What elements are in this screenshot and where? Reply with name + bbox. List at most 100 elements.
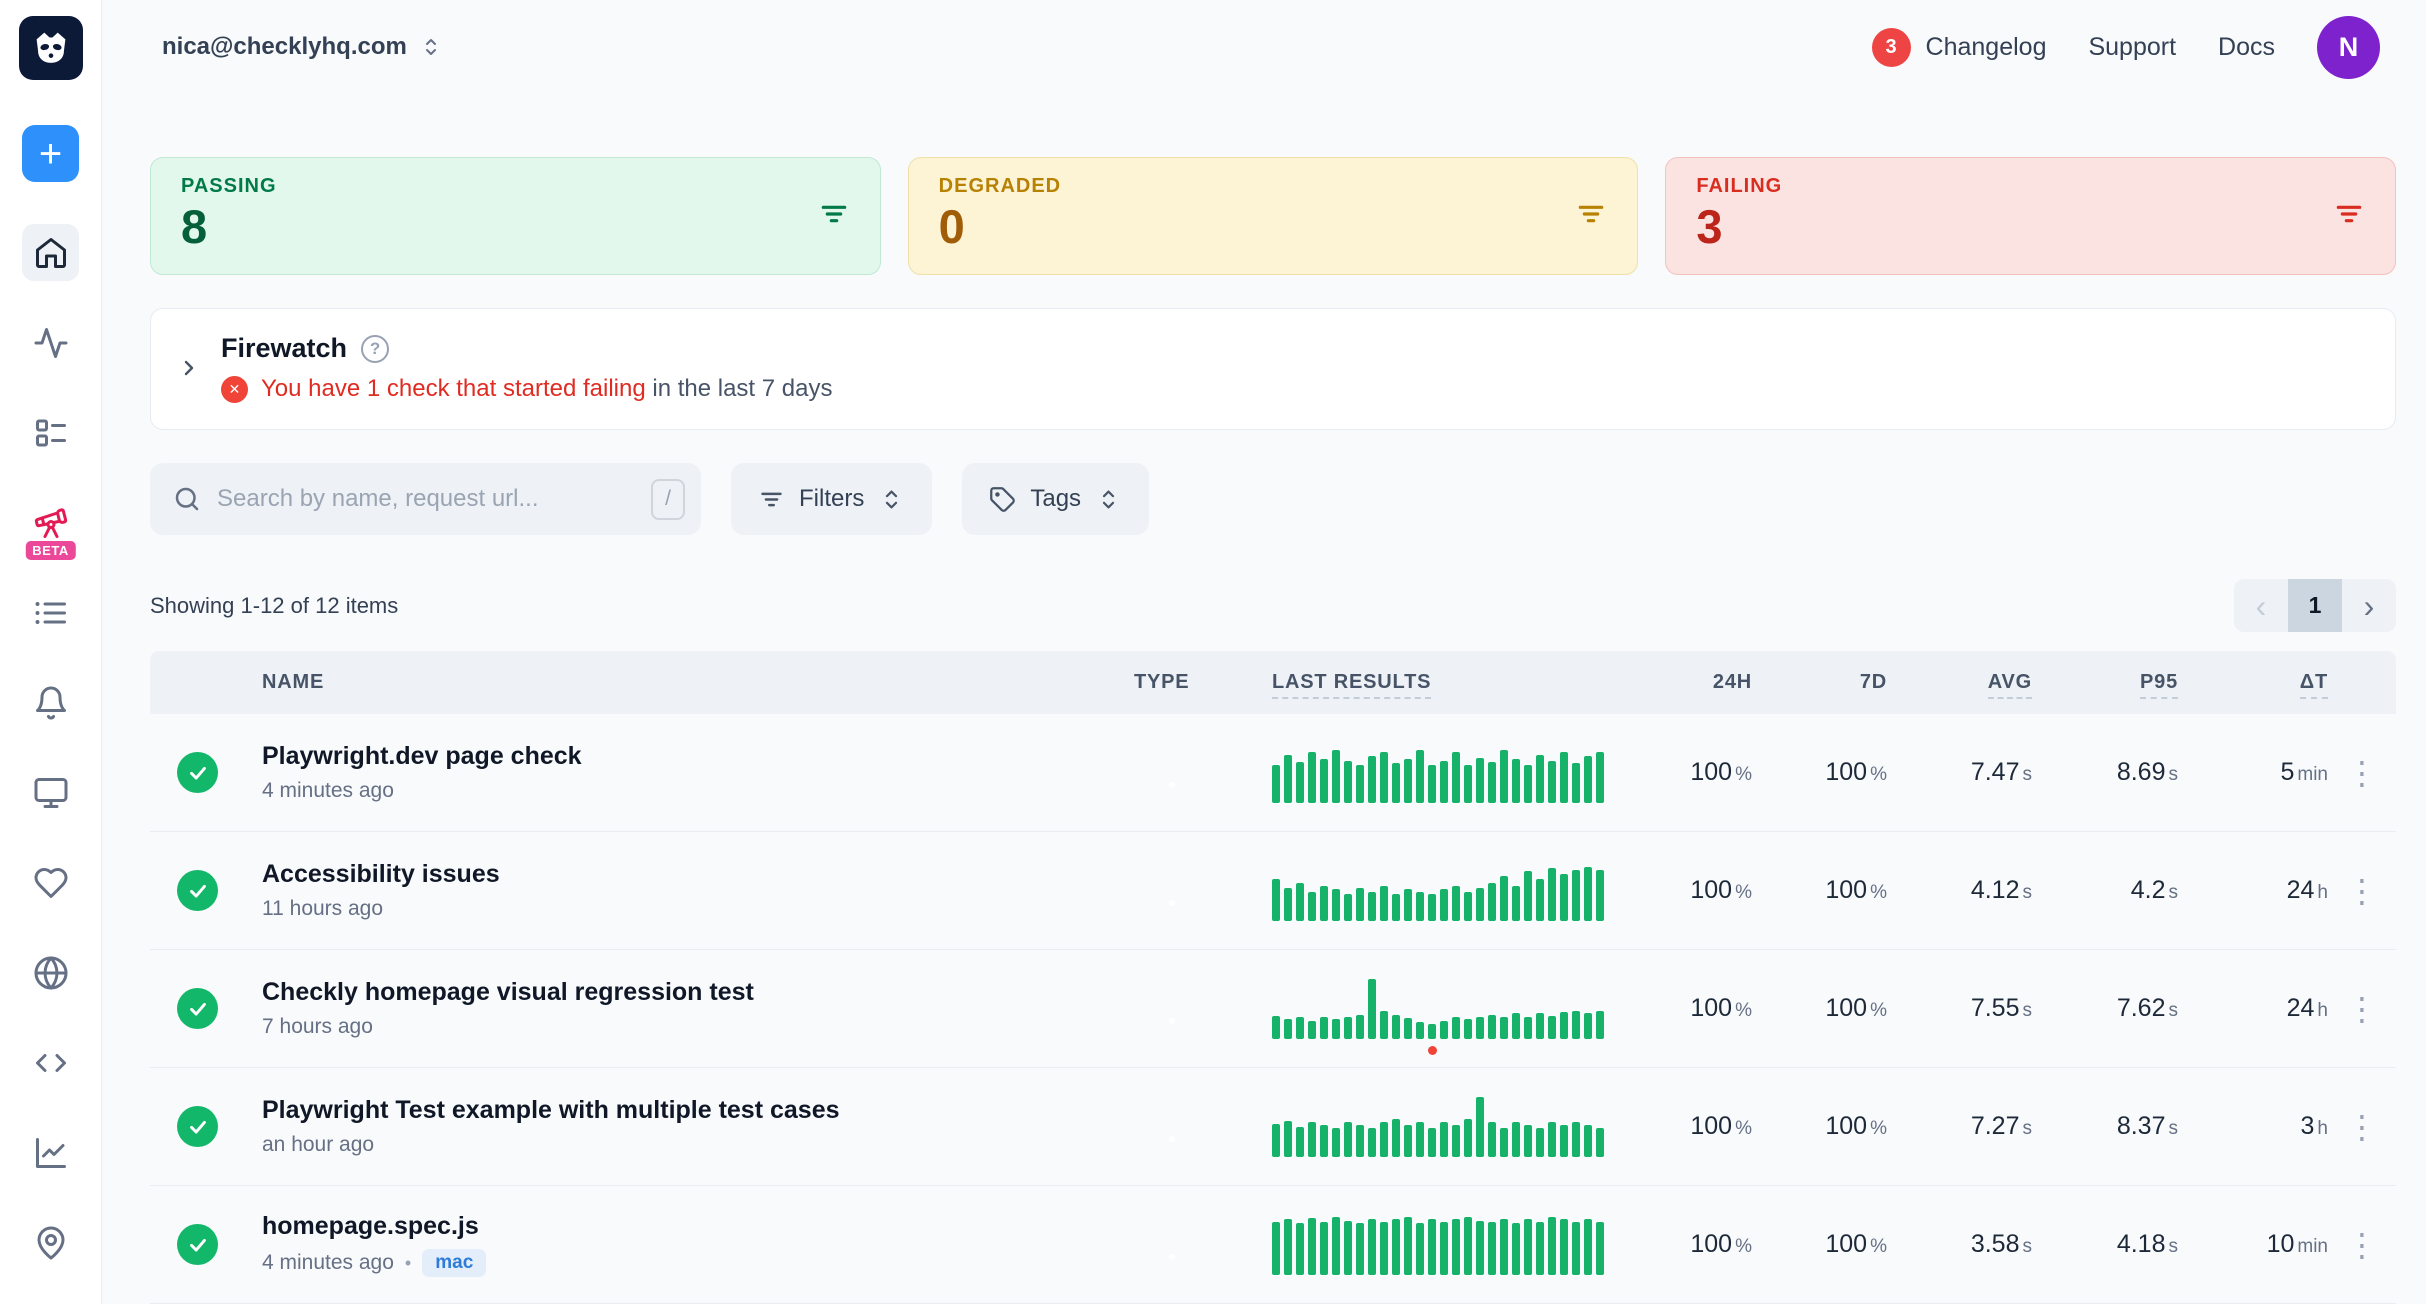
metric-dt: 3h	[2301, 1112, 2328, 1141]
passing-card[interactable]: PASSING 8	[150, 157, 881, 275]
changelog-link[interactable]: 3 Changelog	[1872, 28, 2047, 67]
plus-icon: +	[39, 134, 62, 174]
metric-p95: 4.18s	[2117, 1230, 2178, 1259]
column-p95: P95	[2140, 671, 2178, 694]
checklist-icon	[33, 415, 69, 451]
prev-page-button[interactable]: ‹	[2234, 579, 2288, 632]
metric-avg: 7.55s	[1971, 994, 2032, 1023]
table-row[interactable]: Checkly homepage visual regression test7…	[150, 950, 2396, 1068]
avatar[interactable]: N	[2317, 16, 2380, 79]
sidebar-item-status-pages[interactable]	[22, 854, 79, 911]
row-menu-button[interactable]: ⋮	[2336, 751, 2388, 795]
account-email: nica@checklyhq.com	[162, 33, 407, 61]
metric-dt: 24h	[2287, 994, 2328, 1023]
table-row[interactable]: homepage.spec.js 4 minutes ago • mac 100…	[150, 1186, 2396, 1304]
monitor-icon	[33, 775, 69, 811]
sidebar-item-analytics[interactable]	[22, 1124, 79, 1181]
support-link[interactable]: Support	[2088, 33, 2176, 62]
status-passing-icon	[177, 1224, 218, 1265]
sidebar-item-traces-beta[interactable]: BETA	[22, 494, 79, 551]
sidebar-item-snippets[interactable]	[22, 1034, 79, 1091]
metric-avg: 7.47s	[1971, 758, 2032, 787]
filter-icon[interactable]	[1575, 198, 1607, 235]
current-page-button[interactable]: 1	[2288, 579, 2342, 632]
degraded-label: DEGRADED	[939, 175, 1061, 198]
slash-shortcut-key: /	[651, 479, 685, 520]
filter-icon[interactable]	[818, 198, 850, 235]
row-menu-button[interactable]: ⋮	[2336, 869, 2388, 913]
pagination: ‹ 1 ›	[2234, 579, 2396, 632]
table-header: NAME TYPE LAST RESULTS 24H 7D AVG P95 ΔT	[150, 651, 2396, 714]
metric-7d: 100%	[1825, 758, 1887, 787]
metric-avg: 4.12s	[1971, 876, 2032, 905]
sidebar-item-locations[interactable]	[22, 1214, 79, 1271]
sidebar-item-monitoring[interactable]	[22, 314, 79, 371]
sidebar-item-home[interactable]	[22, 224, 79, 281]
failing-count: 3	[1696, 201, 1782, 253]
filters-button[interactable]: Filters	[731, 463, 932, 535]
metric-24h: 100%	[1690, 1112, 1752, 1141]
kebab-icon: ⋮	[2346, 1109, 2378, 1145]
search-input[interactable]	[217, 485, 636, 513]
sidebar-item-maintenance[interactable]	[22, 584, 79, 641]
list-icon	[33, 595, 69, 631]
row-menu-button[interactable]: ⋮	[2336, 987, 2388, 1031]
changelog-count-badge: 3	[1872, 28, 1911, 67]
sidebar-item-private-locations[interactable]	[22, 944, 79, 1001]
firewatch-panel: Firewatch ? ✕ You have 1 check that star…	[150, 308, 2396, 430]
passing-label: PASSING	[181, 175, 277, 198]
table-row[interactable]: Playwright.dev page check4 minutes ago 1…	[150, 714, 2396, 832]
metric-7d: 100%	[1825, 1230, 1887, 1259]
check-meta: 4 minutes ago	[262, 1251, 394, 1275]
kebab-icon: ⋮	[2346, 991, 2378, 1027]
home-icon	[33, 235, 69, 271]
row-menu-button[interactable]: ⋮	[2336, 1223, 2388, 1267]
degraded-card[interactable]: DEGRADED 0	[908, 157, 1639, 275]
changelog-label: Changelog	[1926, 33, 2047, 62]
status-passing-icon	[177, 1106, 218, 1147]
metric-7d: 100%	[1825, 1112, 1887, 1141]
filter-icon[interactable]	[2333, 198, 2365, 235]
kebab-icon: ⋮	[2346, 1227, 2378, 1263]
check-meta: 4 minutes ago	[262, 779, 394, 803]
kebab-icon: ⋮	[2346, 873, 2378, 909]
row-menu-button[interactable]: ⋮	[2336, 1105, 2388, 1149]
main-area: nica@checklyhq.com 3 Changelog Support D…	[102, 0, 2426, 1304]
tag-badge: mac	[422, 1249, 486, 1277]
table-row[interactable]: Playwright Test example with multiple te…	[150, 1068, 2396, 1186]
tags-button[interactable]: Tags	[962, 463, 1149, 535]
status-passing-icon	[177, 988, 218, 1029]
chevron-up-down-icon	[878, 486, 905, 513]
account-switcher[interactable]: nica@checklyhq.com	[162, 33, 443, 61]
metric-p95: 7.62s	[2117, 994, 2178, 1023]
sidebar-item-alerts[interactable]	[22, 674, 79, 731]
chevron-up-down-icon	[419, 35, 443, 59]
error-icon: ✕	[221, 376, 248, 403]
column-type: TYPE	[1134, 671, 1272, 694]
table-row[interactable]: Accessibility issues11 hours ago 100% 10…	[150, 832, 2396, 950]
filter-icon	[758, 486, 785, 513]
column-24h: 24H	[1713, 671, 1752, 694]
next-page-button[interactable]: ›	[2342, 579, 2396, 632]
expand-chevron-icon[interactable]	[177, 356, 201, 380]
checkly-logo[interactable]	[19, 16, 83, 80]
help-icon[interactable]: ?	[361, 335, 389, 363]
results-sparkline	[1272, 861, 1607, 921]
sidebar-item-checks[interactable]	[22, 404, 79, 461]
check-meta: 7 hours ago	[262, 1015, 373, 1039]
list-controls: Showing 1-12 of 12 items ‹ 1 ›	[150, 579, 2396, 632]
status-passing-icon	[177, 870, 218, 911]
create-new-button[interactable]: +	[22, 125, 79, 182]
alert-highlight: You have 1 check that started failing	[261, 375, 646, 402]
chart-icon	[33, 1135, 69, 1171]
dot-separator: •	[405, 1253, 411, 1274]
search-icon	[172, 484, 202, 514]
status-passing-icon	[177, 752, 218, 793]
docs-link[interactable]: Docs	[2218, 33, 2275, 62]
failing-card[interactable]: FAILING 3	[1665, 157, 2396, 275]
sidebar-item-dashboards[interactable]	[22, 764, 79, 821]
passing-count: 8	[181, 201, 277, 253]
metric-dt: 10min	[2267, 1230, 2328, 1259]
metric-p95: 8.69s	[2117, 758, 2178, 787]
metric-p95: 4.2s	[2131, 876, 2178, 905]
